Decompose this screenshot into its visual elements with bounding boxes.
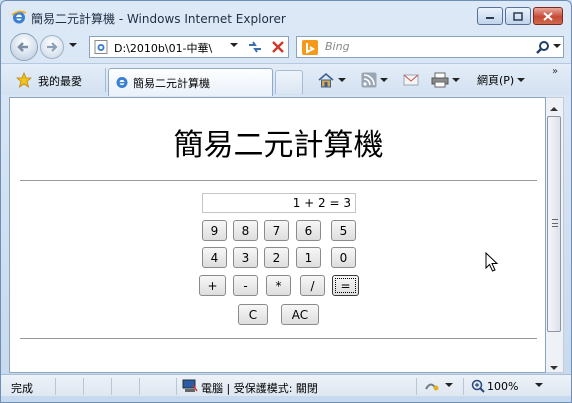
close-button[interactable]: [533, 7, 563, 25]
minimize-button[interactable]: [477, 7, 503, 25]
address-dropdown-icon[interactable]: [230, 43, 238, 47]
computer-zone-icon: [182, 379, 198, 392]
favorites-separator: [105, 68, 106, 92]
key-5[interactable]: 5: [331, 220, 356, 241]
scrollbar-thumb[interactable]: [547, 116, 561, 332]
home-button[interactable]: [317, 71, 346, 89]
key-minus[interactable]: -: [233, 275, 258, 296]
status-separator: [176, 378, 177, 395]
key-2[interactable]: 2: [264, 247, 289, 268]
recent-pages-dropdown-icon[interactable]: [69, 43, 77, 47]
stop-icon[interactable]: [270, 39, 286, 55]
close-icon: [543, 11, 553, 21]
title-bar: 簡易二元計算機 - Windows Internet Explorer: [1, 1, 571, 31]
status-separator: [111, 378, 112, 395]
page-menu-label: 網頁(P): [477, 74, 515, 87]
ie-window: 簡易二元計算機 - Windows Internet Explorer D:\2…: [0, 0, 572, 403]
page-content: 簡易二元計算機 1 + 2 = 3 9 8 7 6 5 4 3 2 1 0 + …: [9, 97, 546, 373]
search-input[interactable]: Bing: [325, 40, 350, 53]
key-3[interactable]: 3: [233, 247, 258, 268]
read-mail-button[interactable]: [403, 71, 419, 89]
new-tab-button[interactable]: [275, 70, 303, 94]
window-title: 簡易二元計算機 - Windows Internet Explorer: [31, 12, 286, 26]
page-menu-button[interactable]: 網頁(P): [477, 71, 526, 89]
protected-mode-dropdown-icon[interactable]: [445, 383, 453, 387]
status-separator: [139, 378, 140, 395]
ie-logo-icon: [11, 10, 27, 24]
address-bar[interactable]: D:\2010b\01-中華\: [89, 36, 289, 58]
status-separator: [83, 378, 84, 395]
status-text: 完成: [11, 382, 33, 395]
home-dropdown-icon[interactable]: [338, 78, 346, 82]
home-icon: [318, 72, 334, 88]
printer-icon: [431, 72, 449, 88]
rss-feed-icon: [361, 72, 377, 88]
zoom-level[interactable]: 100%: [487, 380, 518, 393]
key-6[interactable]: 6: [296, 220, 321, 241]
key-clear[interactable]: C: [238, 304, 268, 325]
feeds-button[interactable]: [361, 71, 388, 89]
window-controls: [477, 7, 563, 25]
zoom-icon[interactable]: [471, 379, 485, 393]
favorites-star-icon[interactable]: [16, 72, 32, 88]
back-button[interactable]: [10, 33, 38, 61]
divider-bottom: [20, 338, 537, 339]
key-all-clear[interactable]: AC: [281, 304, 319, 325]
key-4[interactable]: 4: [202, 247, 227, 268]
status-separator: [463, 378, 464, 395]
scroll-up-icon[interactable]: [550, 101, 558, 115]
divider-top: [20, 180, 537, 181]
arrow-left-icon: [17, 42, 28, 52]
scroll-down-icon[interactable]: [550, 360, 558, 374]
forward-button[interactable]: [40, 35, 64, 59]
status-separator: [416, 378, 417, 395]
key-multiply[interactable]: *: [266, 275, 291, 296]
key-plus[interactable]: +: [199, 275, 226, 296]
key-7[interactable]: 7: [264, 220, 289, 241]
key-divide[interactable]: /: [300, 275, 325, 296]
key-8[interactable]: 8: [233, 220, 258, 241]
vertical-scrollbar[interactable]: [546, 97, 564, 373]
tab-label: 簡易二元計算機: [133, 77, 210, 90]
maximize-icon: [513, 11, 523, 21]
address-input[interactable]: D:\2010b\01-中華\: [114, 40, 226, 56]
maximize-button[interactable]: [505, 7, 531, 25]
print-button[interactable]: [431, 71, 460, 89]
search-box[interactable]: Bing: [296, 36, 564, 58]
favorites-button[interactable]: 我的最愛: [38, 73, 82, 89]
calculator-display[interactable]: 1 + 2 = 3: [202, 193, 356, 213]
search-icon[interactable]: [535, 40, 551, 56]
zoom-dropdown-icon[interactable]: [535, 383, 543, 387]
key-equals[interactable]: =: [332, 275, 359, 296]
key-0[interactable]: 0: [331, 247, 356, 268]
bing-logo-icon: [302, 40, 318, 55]
key-9[interactable]: 9: [202, 220, 227, 241]
page-ie-icon: [94, 40, 108, 54]
print-dropdown-icon[interactable]: [452, 78, 460, 82]
mouse-pointer-icon: [485, 252, 499, 272]
page-title: 簡易二元計算機: [173, 128, 384, 163]
tab-active[interactable]: 簡易二元計算機: [108, 68, 273, 96]
page-ie-icon: [116, 77, 128, 88]
security-zone-text[interactable]: 電腦 | 受保護模式: 關閉: [201, 380, 318, 396]
protected-mode-icon[interactable]: [423, 379, 439, 393]
search-options-dropdown-icon[interactable]: [553, 44, 561, 48]
minimize-icon: [486, 17, 494, 19]
key-1[interactable]: 1: [296, 247, 321, 268]
favorites-bar: 我的最愛 簡易二元計算機 網頁(P) »: [1, 63, 571, 96]
status-separator: [55, 378, 56, 395]
page-menu-dropdown-icon: [517, 78, 526, 82]
mail-icon: [403, 74, 419, 86]
chevron-right-icon[interactable]: »: [552, 66, 558, 77]
scroll-grip-icon: [552, 219, 558, 227]
feeds-dropdown-icon[interactable]: [380, 78, 388, 82]
refresh-icon[interactable]: [246, 39, 264, 55]
status-bar: 完成 電腦 | 受保護模式: 關閉 100%: [1, 374, 571, 396]
arrow-right-icon: [47, 42, 58, 52]
